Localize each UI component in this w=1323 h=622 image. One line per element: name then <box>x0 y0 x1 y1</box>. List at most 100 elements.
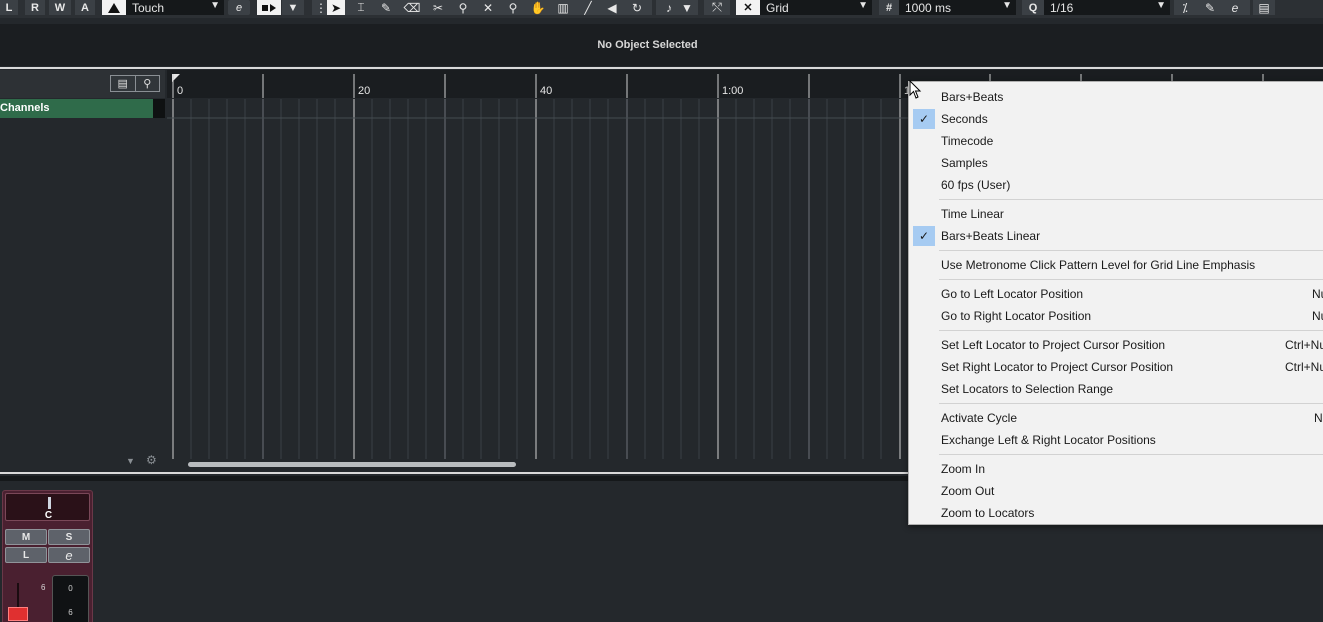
menu-item-label: Set Locators to Selection Range <box>941 382 1114 396</box>
menu-item-label: Exchange Left & Right Locator Positions <box>941 433 1156 447</box>
menu-item-time-linear[interactable]: Time Linear <box>909 203 1323 225</box>
meter-scale-label: 0 <box>68 584 73 593</box>
menu-item-label: Time Linear <box>941 207 1004 221</box>
menu-item-go-to-right-locator[interactable]: Go to Right Locator Position Nu <box>909 305 1323 327</box>
menu-item-set-left-locator[interactable]: Set Left Locator to Project Cursor Posit… <box>909 334 1323 356</box>
menu-item-zoom-to-locators[interactable]: Zoom to Locators <box>909 502 1323 524</box>
menu-separator <box>939 250 1323 251</box>
menu-separator <box>939 454 1323 455</box>
track-channels[interactable]: Channels <box>0 99 165 118</box>
menu-item-label: Samples <box>941 156 988 170</box>
quantize-dropdown[interactable]: 1/16 ▼ <box>1044 0 1170 15</box>
menu-item-bars-beats-linear[interactable]: ✓ Bars+Beats Linear <box>909 225 1323 247</box>
snap-cursor-icon[interactable]: ⤲ <box>708 0 726 15</box>
menu-item-activate-cycle[interactable]: Activate Cycle N <box>909 407 1323 429</box>
snap-toggle-icon[interactable]: ✕ <box>736 0 760 15</box>
menu-item-label: Bars+Beats Linear <box>941 229 1041 243</box>
draw-tool-icon[interactable]: ✎ <box>377 0 395 15</box>
gear-icon[interactable]: ⚙ <box>146 453 157 467</box>
menu-item-label: Seconds <box>941 112 988 126</box>
read-automation-r-button[interactable]: R <box>25 0 45 15</box>
line-tool-icon[interactable]: ╱ <box>579 0 597 15</box>
split-tool-icon[interactable]: ✂ <box>429 0 447 15</box>
track-name: Channels <box>0 102 50 114</box>
menu-item-label: Zoom to Locators <box>941 506 1035 520</box>
edit-e-button[interactable]: e <box>228 0 250 15</box>
menu-item-shortcut: Nu <box>1312 309 1323 323</box>
automation-mode-dropdown[interactable]: Touch ▼ <box>126 0 224 15</box>
constrain-delay-icon[interactable] <box>257 0 281 15</box>
chevron-down-icon: ▼ <box>1156 0 1166 11</box>
pan-indicator <box>48 497 51 509</box>
menu-item-shortcut: Ctrl+Nu <box>1285 338 1323 352</box>
horizontal-scrollbar[interactable] <box>188 462 516 467</box>
chevron-down-icon: ▼ <box>1002 0 1012 11</box>
solo-button[interactable]: S <box>48 529 90 545</box>
range-selection-tool-icon[interactable]: ⌶ <box>352 0 370 15</box>
automation-mode-value: Touch <box>132 0 165 15</box>
menu-item-metronome-grid-emphasis[interactable]: Use Metronome Click Pattern Level for Gr… <box>909 254 1323 276</box>
search-icon[interactable]: ⚲ <box>134 76 160 91</box>
mute-tool-icon[interactable]: ✕ <box>479 0 497 15</box>
divider <box>0 67 1323 69</box>
quantize-edit-icon[interactable]: e <box>1226 0 1244 15</box>
window-layout-icon[interactable]: ▤ <box>1253 0 1275 15</box>
ruler-label: 0 <box>177 85 184 97</box>
menu-item-samples[interactable]: Samples <box>909 152 1323 174</box>
chevron-down-icon: ▼ <box>210 0 220 11</box>
menu-separator <box>939 199 1323 200</box>
write-automation-w-button[interactable]: W <box>49 0 71 15</box>
menu-item-label: 60 fps (User) <box>941 178 1011 192</box>
erase-tool-icon[interactable]: ⌫ <box>403 0 421 15</box>
menu-item-label: Zoom In <box>941 462 986 476</box>
automation-a-button[interactable]: A <box>75 0 95 15</box>
color-tool-icon[interactable]: ↻ <box>628 0 646 15</box>
volume-fader[interactable] <box>8 607 28 621</box>
constrain-dropdown-chevron-icon[interactable]: ▼ <box>282 0 304 15</box>
info-line-text: No Object Selected <box>597 39 698 51</box>
menu-item-bars-beats[interactable]: Bars+Beats <box>909 86 1323 108</box>
e-icon: e <box>1231 0 1239 15</box>
comp-tool-icon[interactable]: ▥ <box>554 0 572 15</box>
quantize-q-icon[interactable]: Q <box>1022 0 1044 15</box>
pan-control[interactable]: C <box>5 493 90 521</box>
hand-tool-icon[interactable]: ✋ <box>529 0 547 15</box>
acoustic-feedback-icon[interactable]: ♪ <box>660 0 678 15</box>
meter-scale-label: 6 <box>68 608 73 617</box>
read-automation-l-button[interactable]: L <box>0 0 18 15</box>
mute-button[interactable]: M <box>5 529 47 545</box>
grid-interval-value: 1000 ms <box>905 0 952 15</box>
quantize-preset-icon[interactable]: ✎ <box>1201 0 1219 15</box>
glue-tool-icon[interactable]: ⚲ <box>454 0 472 15</box>
zoom-tool-icon[interactable]: ⚲ <box>504 0 522 15</box>
menu-item-set-right-locator[interactable]: Set Right Locator to Project Cursor Posi… <box>909 356 1323 378</box>
listen-button[interactable]: L <box>5 547 47 563</box>
grid-interval-dropdown[interactable]: 1000 ms ▼ <box>899 0 1016 15</box>
iterative-quantize-icon[interactable]: ⁒ <box>1176 0 1194 15</box>
chevron-down-icon[interactable]: ▼ <box>678 0 696 15</box>
track-list-menu-icon[interactable]: ▤ <box>111 76 135 91</box>
menu-separator <box>939 330 1323 331</box>
play-tool-icon[interactable]: ◀ <box>603 0 621 15</box>
track-list-header: ▤ ⚲ <box>0 70 165 98</box>
mouse-cursor-icon <box>909 80 922 99</box>
pan-label: C <box>44 510 53 521</box>
object-selection-tool-icon[interactable]: ➤ <box>327 0 345 15</box>
menu-item-seconds[interactable]: ✓ Seconds <box>909 108 1323 130</box>
menu-item-set-locators-to-selection[interactable]: Set Locators to Selection Range <box>909 378 1323 400</box>
menu-item-timecode[interactable]: Timecode <box>909 130 1323 152</box>
track-list: ▤ ⚲ Channels ▼ ⚙ <box>0 70 165 470</box>
edit-channel-button[interactable]: e <box>48 547 90 563</box>
menu-item-shortcut: Ctrl+Nu <box>1285 360 1323 374</box>
menu-item-label: Timecode <box>941 134 994 148</box>
menu-item-60-fps-user[interactable]: 60 fps (User) <box>909 174 1323 196</box>
automation-mode-icon[interactable] <box>102 0 126 15</box>
chevron-down-icon[interactable]: ▼ <box>126 456 135 466</box>
menu-item-go-to-left-locator[interactable]: Go to Left Locator Position Nu <box>909 283 1323 305</box>
snap-type-dropdown[interactable]: Grid ▼ <box>760 0 872 15</box>
menu-item-zoom-out[interactable]: Zoom Out <box>909 480 1323 502</box>
menu-item-zoom-in[interactable]: Zoom In <box>909 458 1323 480</box>
track-color-strip <box>153 99 165 118</box>
menu-item-exchange-locators[interactable]: Exchange Left & Right Locator Positions <box>909 429 1323 451</box>
checkmark-icon: ✓ <box>913 226 935 246</box>
